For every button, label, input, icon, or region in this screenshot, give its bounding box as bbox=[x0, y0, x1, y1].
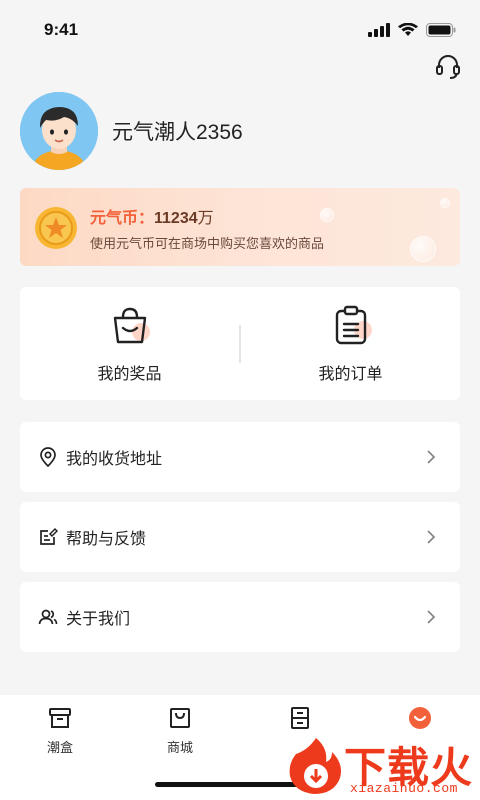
status-bar: 9:41 bbox=[0, 0, 480, 60]
tab-label: 潮盒 bbox=[46, 740, 73, 755]
box-icon bbox=[49, 708, 71, 728]
menu-item-help-feedback[interactable]: 帮助与反馈 bbox=[20, 502, 460, 572]
shop-bag-icon bbox=[170, 708, 190, 728]
quick-actions-card: 我的奖品 我的订单 bbox=[20, 287, 460, 400]
cabinet-icon bbox=[291, 707, 309, 729]
flame-logo-icon bbox=[289, 738, 341, 794]
menu-label: 关于我们 bbox=[66, 611, 131, 628]
my-prizes-button[interactable]: 我的奖品 bbox=[20, 304, 239, 384]
avatar[interactable] bbox=[20, 92, 98, 170]
edit-note-icon bbox=[40, 527, 58, 545]
coin-star-icon bbox=[35, 207, 77, 249]
menu-item-about-us[interactable]: 关于我们 bbox=[20, 582, 460, 652]
shopping-bag-icon bbox=[113, 307, 150, 343]
coin-title: 元气币：11234万 bbox=[90, 204, 214, 228]
coin-label: 元气币： bbox=[90, 210, 155, 227]
customer-service-icon[interactable] bbox=[434, 52, 462, 80]
coin-balance-card[interactable]: 元气币：11234万 使用元气币可在商场中购买您喜欢的商品 bbox=[20, 188, 460, 266]
username: 元气潮人2356 bbox=[112, 121, 243, 144]
tab-blind-box[interactable]: 潮盒 bbox=[0, 695, 120, 800]
status-icons bbox=[368, 23, 456, 37]
users-icon bbox=[38, 609, 58, 625]
location-pin-icon bbox=[40, 447, 56, 467]
wifi-icon bbox=[398, 23, 418, 36]
decor-bubble bbox=[320, 208, 334, 222]
coin-value: 11234 bbox=[154, 210, 198, 227]
clipboard-icon bbox=[335, 305, 372, 344]
watermark: 下载火 xiazaihuo.com bbox=[284, 734, 480, 800]
chevron-right-icon bbox=[427, 450, 436, 464]
my-orders-button[interactable]: 我的订单 bbox=[241, 304, 460, 384]
menu-item-shipping-address[interactable]: 我的收货地址 bbox=[20, 422, 460, 492]
decor-bubble bbox=[410, 236, 436, 262]
my-orders-label: 我的订单 bbox=[318, 365, 383, 383]
tab-label: 商城 bbox=[166, 740, 193, 755]
decor-bubble bbox=[440, 198, 450, 208]
menu-label: 我的收货地址 bbox=[66, 451, 163, 468]
coin-description: 使用元气币可在商场中购买您喜欢的商品 bbox=[90, 236, 325, 251]
smile-icon bbox=[409, 707, 431, 729]
watermark-url: xiazaihuo.com bbox=[350, 781, 458, 796]
signal-icon bbox=[368, 23, 390, 37]
menu-label: 帮助与反馈 bbox=[66, 531, 147, 548]
profile-header[interactable]: 元气潮人2356 bbox=[20, 92, 243, 170]
status-time: 9:41 bbox=[44, 20, 79, 39]
chevron-right-icon bbox=[427, 610, 436, 624]
my-prizes-label: 我的奖品 bbox=[97, 365, 162, 383]
battery-icon bbox=[426, 23, 456, 37]
coin-unit: 万 bbox=[197, 210, 214, 227]
chevron-right-icon bbox=[427, 530, 436, 544]
